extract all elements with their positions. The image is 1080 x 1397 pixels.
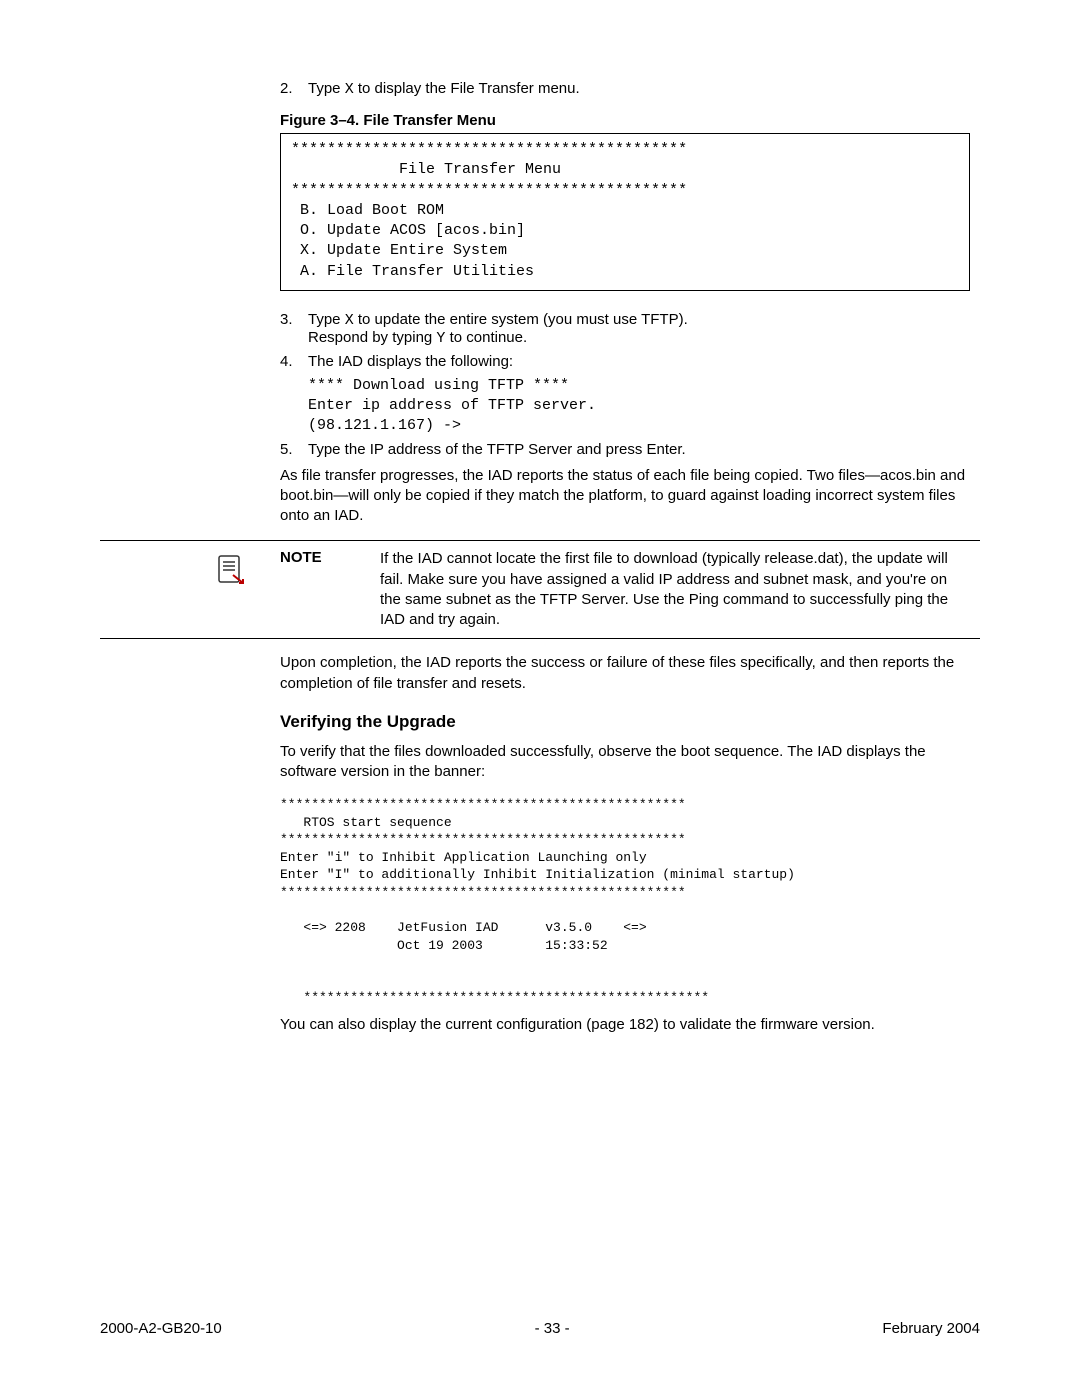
verify-after-pre: You can also display the current configu… [280, 1016, 629, 1033]
step2-key: X [345, 81, 354, 98]
step3-line2-pre: Respond by typing [308, 329, 436, 346]
verify-intro: To verify that the files downloaded succ… [280, 742, 970, 783]
verifying-heading: Verifying the Upgrade [280, 712, 970, 732]
file-transfer-menu-box: ****************************************… [280, 133, 970, 291]
step4-code: **** Download using TFTP **** Enter ip a… [308, 376, 970, 437]
verify-after-page: 182 [629, 1016, 654, 1033]
step-3: 3. Type X to update the entire system (y… [280, 311, 970, 347]
note-text: If the IAD cannot locate the first file … [380, 549, 970, 630]
step-2: 2. Type X to display the File Transfer m… [280, 80, 970, 98]
step3-line2-post: to continue. [445, 329, 527, 346]
progress-paragraph: As file transfer progresses, the IAD rep… [280, 466, 970, 527]
note-block: NOTE If the IAD cannot locate the first … [100, 540, 980, 639]
step2-post: to display the File Transfer menu. [354, 80, 580, 97]
step3-line1-pre: Type [308, 311, 345, 328]
step3-line1-post: to update the entire system (you must us… [354, 311, 688, 328]
step-number: 3. [280, 311, 308, 347]
verify-after-post: ) to validate the firmware version. [654, 1016, 875, 1033]
step-number: 5. [280, 441, 308, 458]
footer-center: - 33 - [535, 1320, 570, 1337]
step3-line1-key: X [345, 312, 354, 329]
note-label: NOTE [280, 549, 380, 630]
figure-3-4-caption: Figure 3–4. File Transfer Menu [280, 112, 970, 129]
footer-right: February 2004 [882, 1320, 980, 1337]
verify-after: You can also display the current configu… [280, 1015, 970, 1035]
boot-sequence-block: ****************************************… [280, 796, 970, 1007]
note-icon [180, 549, 280, 630]
step-number: 4. [280, 353, 308, 370]
step-4: 4. The IAD displays the following: [280, 353, 970, 370]
step-number: 2. [280, 80, 308, 98]
step2-pre: Type [308, 80, 345, 97]
step-5: 5. Type the IP address of the TFTP Serve… [280, 441, 970, 458]
footer-left: 2000-A2-GB20-10 [100, 1320, 222, 1337]
page-footer: 2000-A2-GB20-10 - 33 - February 2004 [100, 1320, 980, 1337]
step5-text: Type the IP address of the TFTP Server a… [308, 441, 970, 458]
completion-paragraph: Upon completion, the IAD reports the suc… [280, 653, 970, 694]
step4-text: The IAD displays the following: [308, 353, 970, 370]
